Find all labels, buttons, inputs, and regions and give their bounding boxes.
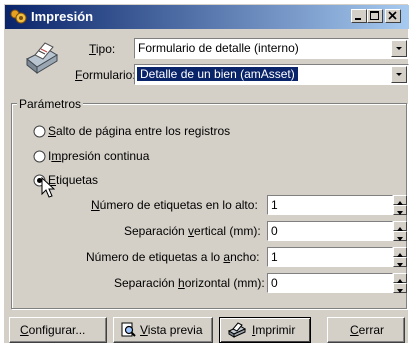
- formulario-select[interactable]: Detalle de un bien (amAsset): [134, 64, 409, 85]
- maximize-icon: [370, 11, 379, 20]
- imprimir-button[interactable]: Imprimir: [219, 317, 311, 343]
- spin-down-icon[interactable]: [393, 231, 407, 241]
- spin-up-icon[interactable]: [393, 195, 407, 205]
- spin-up-icon[interactable]: [393, 273, 407, 283]
- tipo-select[interactable]: Formulario de detalle (interno): [134, 38, 409, 59]
- spinner-horizontal-input[interactable]: 0: [267, 273, 393, 293]
- spinner-alto-label: Número de etiquetas en lo alto:: [91, 198, 258, 212]
- parametros-title: Parámetros: [17, 97, 84, 111]
- spinner-horizontal-label: Separación horizontal (mm):: [114, 276, 265, 290]
- vista-previa-button[interactable]: Vista previa: [113, 317, 213, 343]
- spin-down-icon[interactable]: [393, 205, 407, 215]
- spin-up-icon[interactable]: [393, 247, 407, 257]
- spinner-alto-buttons[interactable]: [393, 195, 407, 215]
- radio-impresion-continua[interactable]: [33, 150, 46, 163]
- cerrar-button[interactable]: Cerrar: [327, 317, 405, 343]
- spinner-vertical-buttons[interactable]: [393, 221, 407, 241]
- printer-icon: [26, 42, 58, 75]
- title-bar[interactable]: Impresión: [5, 5, 409, 29]
- spinner-vertical-label: Separación vertical (mm):: [124, 224, 261, 238]
- radio-salto[interactable]: [33, 125, 46, 138]
- spinner-horizontal-buttons[interactable]: [393, 273, 407, 293]
- minimize-icon: [355, 18, 361, 20]
- maximize-button[interactable]: [367, 9, 383, 23]
- formulario-label: Formulario:: [75, 68, 136, 82]
- spin-down-icon[interactable]: [393, 257, 407, 267]
- print-icon: [228, 322, 246, 338]
- radio-etiquetas-label[interactable]: Etiquetas: [48, 173, 98, 187]
- spin-down-icon[interactable]: [393, 283, 407, 293]
- spinner-ancho-label: Número de etiquetas a lo ancho:: [86, 250, 260, 264]
- configurar-button[interactable]: Configurar...: [9, 317, 107, 343]
- spinner-vertical-input[interactable]: 0: [267, 221, 393, 241]
- close-icon: [388, 11, 397, 20]
- tipo-dropdown-button[interactable]: [391, 40, 407, 57]
- mouse-cursor-icon: [41, 177, 55, 198]
- tipo-value: Formulario de detalle (interno): [138, 41, 299, 55]
- chevron-down-icon: [396, 47, 402, 50]
- spinner-ancho-buttons[interactable]: [393, 247, 407, 267]
- spinner-ancho-input[interactable]: 1: [267, 247, 393, 267]
- formulario-value: Detalle de un bien (amAsset): [137, 67, 298, 81]
- spin-up-icon[interactable]: [393, 221, 407, 231]
- minimize-button[interactable]: [351, 9, 367, 23]
- radio-salto-label[interactable]: Salto de página entre los registros: [48, 124, 230, 138]
- window-title: Impresión: [31, 9, 94, 24]
- print-dialog: Impresión Tipo: Formulario de detalle (i…: [4, 4, 409, 343]
- close-button[interactable]: [385, 9, 401, 23]
- preview-icon: [121, 322, 136, 337]
- app-icon: [10, 9, 27, 24]
- chevron-down-icon: [396, 73, 402, 76]
- formulario-dropdown-button[interactable]: [391, 66, 407, 83]
- tipo-label: Tipo:: [89, 42, 116, 56]
- spinner-alto-input[interactable]: 1: [267, 195, 393, 215]
- radio-impresion-continua-label[interactable]: Impresión continua: [48, 149, 149, 163]
